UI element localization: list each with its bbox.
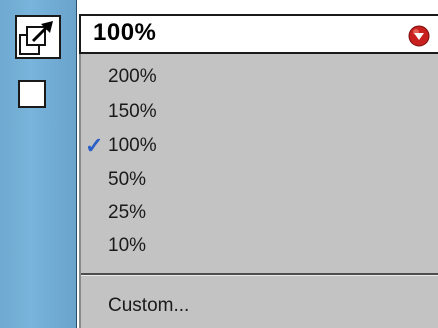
menu-item-100[interactable]: ✓ 100%	[81, 131, 438, 161]
menu-item-200[interactable]: 200%	[81, 62, 438, 92]
menu-separator	[81, 273, 438, 276]
check-icon: ✓	[85, 133, 104, 158]
square-icon[interactable]	[18, 80, 46, 108]
menu-item-50[interactable]: 50%	[81, 165, 438, 195]
menu-item-label: 10%	[108, 235, 147, 256]
dropdown-arrow-icon[interactable]	[408, 25, 430, 47]
menu-item-label: 100%	[108, 135, 157, 156]
tool-strip	[0, 0, 77, 328]
menu-item-label: 200%	[108, 66, 157, 87]
zoom-arrow-icon[interactable]	[15, 15, 61, 59]
zoom-dropdown[interactable]: 100%	[79, 14, 438, 54]
menu-item-custom[interactable]: Custom...	[81, 291, 438, 321]
menu-item-label: Custom...	[108, 295, 190, 316]
menu-item-150[interactable]: 150%	[81, 97, 438, 127]
menu-item-label: 150%	[108, 101, 157, 122]
zoom-value: 100%	[93, 19, 157, 46]
menu-item-25[interactable]: 25%	[81, 198, 438, 228]
zoom-control-window: 100% 200% 150% ✓ 100% 50% 25% 10% Custom…	[0, 0, 438, 328]
menu-item-label: 25%	[108, 202, 147, 223]
menu-item-label: 50%	[108, 169, 147, 190]
menu-item-10[interactable]: 10%	[81, 231, 438, 261]
zoom-menu: 200% 150% ✓ 100% 50% 25% 10% Custom...	[79, 54, 438, 328]
